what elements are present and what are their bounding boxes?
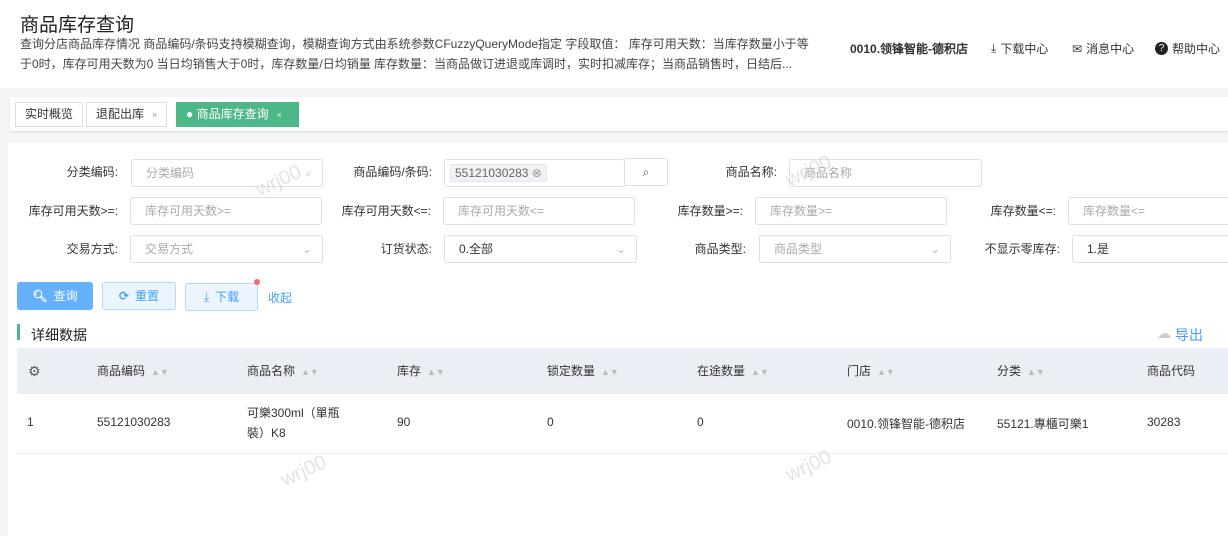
sort-icon: ▲▼ (1027, 367, 1045, 377)
column-header[interactable]: 库存 ▲▼ (397, 348, 445, 394)
search-icon: 🔍︎ (32, 289, 48, 303)
sort-icon: ▲▼ (151, 367, 169, 377)
section-title: 详细数据 (31, 327, 87, 343)
cell-category: 55121.專櫃可樂1 (997, 417, 1089, 431)
zero-stock-select[interactable]: 1.是 (1072, 235, 1228, 263)
page-header: 商品库存查询 查询分店商品库存情况 商品编码/条码支持模糊查询，模糊查询方式由系… (0, 0, 1228, 88)
table-header (17, 348, 1228, 394)
gear-icon[interactable]: ⚙ (28, 348, 41, 394)
store-name: 0010.领锋智能-德积店 (850, 42, 969, 56)
download-button[interactable]: ⤓ 下载 (185, 283, 258, 311)
column-header[interactable]: 商品编码 ▲▼ (97, 348, 169, 394)
cloud-download-icon: ☁ (1157, 325, 1171, 341)
column-header[interactable]: 门店 ▲▼ (847, 348, 895, 394)
name-label: 商品名称: (725, 165, 777, 179)
query-button[interactable]: 🔍︎ 查询 (17, 282, 93, 310)
sort-icon: ▲▼ (601, 367, 619, 377)
reset-button[interactable]: ⟳ 重置 (102, 282, 176, 310)
active-dot-icon: ● (186, 107, 197, 121)
cell-name: 可樂300ml（單瓶裝）K8 (247, 406, 340, 440)
order-label: 订货状态: (380, 242, 432, 256)
sort-icon: ▲▼ (751, 367, 769, 377)
column-header[interactable]: 锁定数量 ▲▼ (547, 348, 619, 394)
tab-bar: 实时概览 退配出库 × ● 商品库存查询 × (10, 97, 1228, 131)
download-icon: ⤓ (203, 290, 210, 304)
column-header[interactable]: 商品代码 (1147, 348, 1195, 394)
close-icon[interactable]: × (277, 110, 282, 120)
tab-realtime-overview[interactable]: 实时概览 (15, 102, 84, 127)
download-center-link[interactable]: ⤓ 下载中心 (991, 40, 1048, 57)
download-icon: ⤓ (991, 41, 997, 55)
page-title: 商品库存查询 (20, 15, 135, 36)
tag-close-icon[interactable]: ⊗ (532, 166, 542, 180)
mail-icon: ✉ (1072, 41, 1083, 56)
cell-product-code: 30283 (1147, 415, 1181, 429)
sort-icon: ▲▼ (301, 367, 319, 377)
cell-code: 55121030283 (97, 415, 171, 429)
qty-ge-label: 库存数量>=: (677, 204, 743, 218)
help-center-link[interactable]: ? 帮助中心 (1155, 40, 1220, 57)
help-icon: ? (1155, 42, 1168, 55)
days-ge-label: 库存可用天数>=: (28, 204, 118, 218)
tab-return-outbound[interactable]: 退配出库 × (86, 102, 168, 127)
export-button[interactable]: ☁ 导出 (1157, 325, 1203, 345)
refresh-icon: ⟳ (118, 289, 130, 303)
cell-locked: 0 (547, 415, 554, 429)
qty-le-input[interactable]: 库存数量<= (1068, 197, 1228, 225)
notification-dot (254, 279, 260, 285)
sort-icon: ▲▼ (877, 367, 895, 377)
code-tag: 55121030283 ⊗ (450, 164, 547, 182)
qty-le-label: 库存数量<=: (990, 204, 1056, 218)
tab-inventory-query[interactable]: ● 商品库存查询 × (176, 102, 299, 127)
sort-icon: ▲▼ (427, 367, 445, 377)
category-label: 分类编码: (66, 165, 118, 179)
column-header[interactable]: 分类 ▲▼ (997, 348, 1045, 394)
zero-stock-label: 不显示零库存: (984, 242, 1060, 256)
column-header[interactable]: 在途数量 ▲▼ (697, 348, 769, 394)
cell-in-transit: 0 (697, 415, 704, 429)
type-label: 商品类型: (694, 242, 746, 256)
cell-store: 0010.领锋智能-德积店 (847, 417, 966, 431)
message-center-link[interactable]: ✉ 消息中心 (1072, 40, 1134, 57)
collapse-link[interactable]: 收起 (268, 289, 292, 306)
trade-label: 交易方式: (66, 242, 118, 256)
row-index: 1 (27, 415, 34, 429)
page-description: 查询分店商品库存情况 商品编码/条码支持模糊查询，模糊查询方式由系统参数CFuz… (20, 37, 809, 71)
cell-stock: 90 (397, 415, 411, 429)
close-icon[interactable]: × (152, 110, 157, 120)
column-header[interactable]: 商品名称 ▲▼ (247, 348, 319, 394)
section-marker (17, 324, 20, 340)
